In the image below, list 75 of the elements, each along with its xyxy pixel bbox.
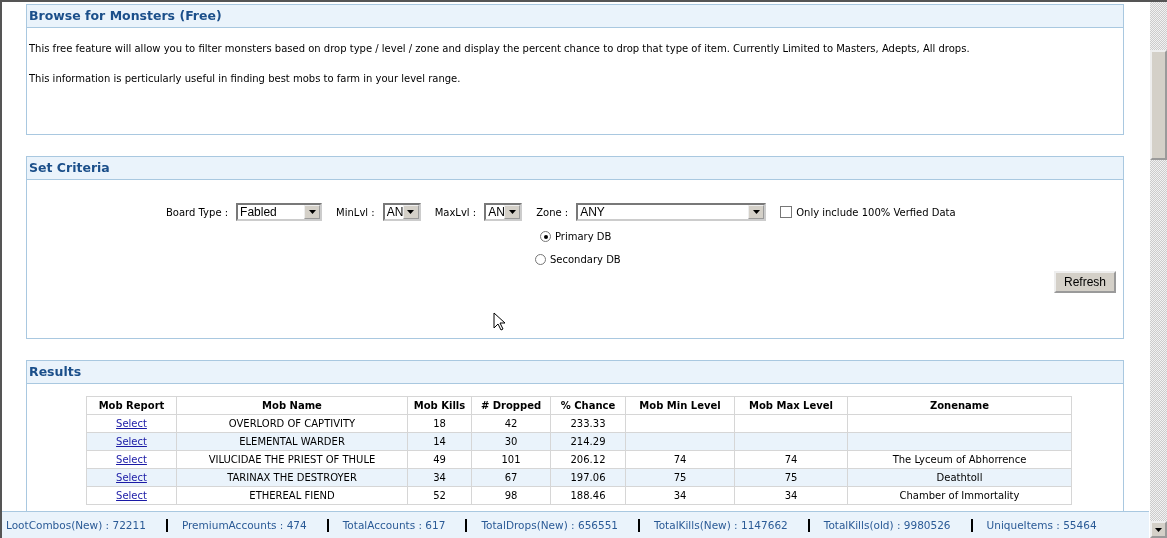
table-cell: 34	[433, 472, 446, 483]
column-header: Mob Max Level	[734, 396, 848, 415]
select-link[interactable]: Select	[116, 490, 147, 501]
column-header: Zonename	[847, 396, 1072, 415]
caret-icon	[508, 210, 516, 214]
caret-icon	[308, 210, 316, 214]
filter-dropdown[interactable]: AN	[484, 203, 523, 221]
refresh-button[interactable]: Refresh	[1053, 271, 1116, 293]
status-text: LootCombos(New) : 72211	[6, 519, 146, 531]
table-cell: 67	[504, 472, 518, 483]
table-cell: 214.29	[570, 436, 606, 447]
table-cell: OVERLORD OF CAPTIVITY	[228, 418, 356, 429]
column-header: Mob Min Level	[625, 396, 735, 415]
table-cell: 30	[504, 436, 518, 447]
cursor-icon	[493, 312, 505, 332]
table-cell: 197.06	[570, 472, 606, 483]
table-cell: 101	[501, 454, 521, 465]
status-text: UniqueItems : 55464	[986, 519, 1097, 531]
panel-title: Results	[27, 361, 1123, 384]
verified-checkbox[interactable]: Only include 100% Verfied Data	[780, 206, 956, 218]
description-text: This free feature will allow you to filter monsters based on drop type / level / zone and display the percent chance to drop that type of item. Currently Limited to Masters, Adepts, All drops.	[29, 42, 971, 56]
filter-label: Zone :	[536, 206, 569, 218]
panel-title: Browse for Monsters (Free)	[27, 5, 1123, 28]
status-text: TotalAccounts : 617	[342, 519, 446, 531]
table-cell: Chamber of Immortality	[899, 490, 1020, 501]
status-text: PremiumAccounts : 474	[181, 519, 307, 531]
status-text: TotalKills(old) : 9980526	[823, 519, 951, 531]
filter-label: Board Type :	[166, 206, 229, 218]
select-link[interactable]: Select	[116, 454, 147, 465]
scrollbar[interactable]	[1150, 2, 1167, 538]
table-cell: 206.12	[570, 454, 606, 465]
filter-dropdown[interactable]: AN	[382, 203, 421, 221]
column-header: Mob Name	[176, 396, 408, 415]
column-header: % Chance	[550, 396, 626, 415]
table-cell: 34	[673, 490, 687, 501]
select-link[interactable]: Select	[116, 436, 147, 447]
table-cell: 34	[784, 490, 798, 501]
table-cell: 52	[433, 490, 446, 501]
filter-label: MaxLvl :	[434, 206, 477, 218]
table-cell: 75	[784, 472, 798, 483]
table-cell: 14	[433, 436, 446, 447]
column-header: Mob Kills	[407, 396, 472, 415]
filter-dropdown[interactable]: Fabled	[236, 203, 323, 221]
select-link[interactable]: Select	[116, 472, 147, 483]
table-cell: 18	[433, 418, 446, 429]
table-cell: ELEMENTAL WARDER	[239, 436, 345, 447]
table-cell: 74	[673, 454, 687, 465]
database-radio[interactable]: Secondary DB	[535, 248, 1123, 271]
table-cell: 74	[784, 454, 798, 465]
select-link[interactable]: Select	[116, 418, 147, 429]
table-cell: ETHEREAL FIEND	[249, 490, 335, 501]
database-radio[interactable]: Primary DB	[540, 225, 1123, 248]
column-header: Mob Report	[86, 396, 177, 415]
table-cell: Deathtoll	[936, 472, 983, 483]
table-cell: 98	[504, 490, 518, 501]
caret-icon	[407, 210, 415, 214]
filter-dropdown[interactable]: ANY	[576, 203, 767, 221]
table-cell: 42	[504, 418, 518, 429]
status-text: TotalKills(New) : 1147662	[654, 519, 788, 531]
status-text: TotalDrops(New) : 656551	[481, 519, 619, 531]
column-header: # Dropped	[471, 396, 551, 415]
panel-title: Set Criteria	[27, 157, 1123, 180]
scroll-down-button[interactable]	[1150, 521, 1167, 538]
table-cell: The Lyceum of Abhorrence	[892, 454, 1027, 465]
table-cell: 188.46	[570, 490, 606, 501]
description-text: This information is perticularly useful in finding best mobs to farm in your level range.	[29, 72, 462, 86]
scroll-thumb[interactable]	[1150, 50, 1167, 160]
caret-icon	[1155, 527, 1162, 532]
table-cell: 233.33	[570, 418, 606, 429]
table-cell: TARINAX THE DESTROYER	[227, 472, 357, 483]
filter-label: MinLvl :	[336, 206, 375, 218]
caret-icon	[752, 210, 760, 214]
table-cell: VILUCIDAE THE PRIEST OF THULE	[208, 454, 376, 465]
table-cell: 49	[433, 454, 446, 465]
table-cell: 75	[673, 472, 687, 483]
